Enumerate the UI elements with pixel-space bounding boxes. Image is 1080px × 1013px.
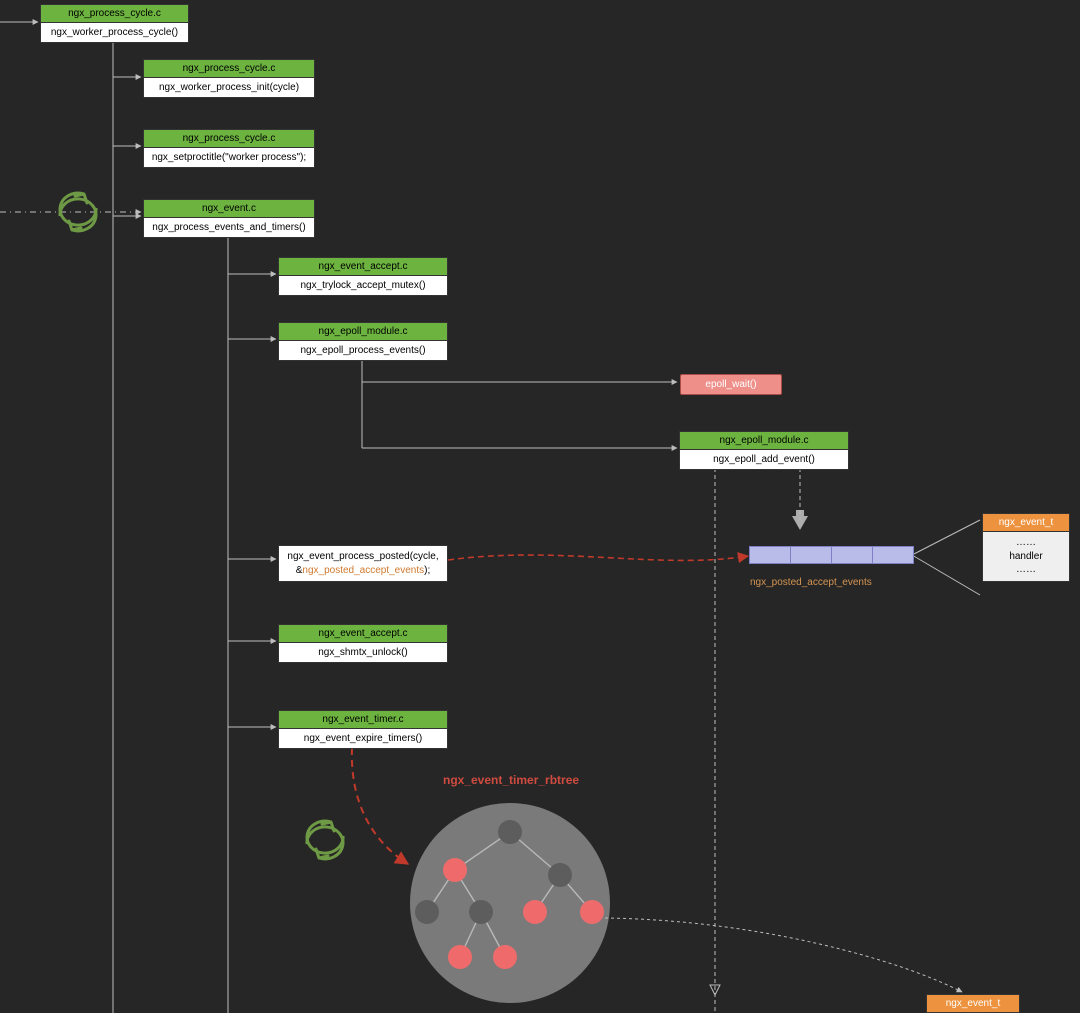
node-event-process-posted: ngx_event_process_posted(cycle, &ngx_pos… [278, 545, 448, 582]
node-process-events-timers: ngx_event.c ngx_process_events_and_timer… [143, 199, 315, 238]
queue-cell [749, 546, 791, 564]
node-func: ngx_event_process_posted(cycle, &ngx_pos… [279, 546, 447, 581]
node-file: ngx_event_timer.c [279, 711, 447, 729]
node-file: ngx_event_accept.c [279, 258, 447, 276]
node-shmtx-unlock: ngx_event_accept.c ngx_shmtx_unlock() [278, 624, 448, 663]
queue-cell [831, 546, 873, 564]
node-func: ngx_trylock_accept_mutex() [279, 276, 447, 295]
node-file: ngx_event_t [983, 514, 1069, 532]
posted-accept-events-queue [750, 546, 914, 564]
node-func: ngx_event_expire_timers() [279, 729, 447, 748]
node-file: ngx_epoll_module.c [680, 432, 848, 450]
node-event-expire-timers: ngx_event_timer.c ngx_event_expire_timer… [278, 710, 448, 749]
node-func: ngx_worker_process_cycle() [41, 23, 188, 42]
node-worker-process-init: ngx_process_cycle.c ngx_worker_process_i… [143, 59, 315, 98]
node-file: ngx_epoll_module.c [279, 323, 447, 341]
node-file: ngx_event.c [144, 200, 314, 218]
node-func: ngx_worker_process_init(cycle) [144, 78, 314, 97]
node-epoll-add-event: ngx_epoll_module.c ngx_epoll_add_event() [679, 431, 849, 470]
node-func: ngx_setproctitle("worker process"); [144, 148, 314, 167]
node-file: ngx_process_cycle.c [41, 5, 188, 23]
queue-label: ngx_posted_accept_events [750, 577, 872, 588]
node-epoll-process-events: ngx_epoll_module.c ngx_epoll_process_eve… [278, 322, 448, 361]
node-func: ngx_epoll_process_events() [279, 341, 447, 360]
node-file: ngx_event_t [927, 995, 1019, 1013]
node-file: ngx_process_cycle.c [144, 130, 314, 148]
node-epoll-wait: epoll_wait() [680, 374, 782, 395]
node-file: ngx_process_cycle.c [144, 60, 314, 78]
rbtree-label: ngx_event_timer_rbtree [443, 773, 579, 787]
node-ngx-event-t: ngx_event_t …… handler …… [982, 513, 1070, 582]
node-func: ngx_epoll_add_event() [680, 450, 848, 469]
node-file: ngx_event_accept.c [279, 625, 447, 643]
node-body: …… handler …… [983, 532, 1069, 581]
node-func: ngx_process_events_and_timers() [144, 218, 314, 237]
queue-cell [872, 546, 914, 564]
node-ngx-event-t-bottom: ngx_event_t [926, 994, 1020, 1013]
node-func: ngx_shmtx_unlock() [279, 643, 447, 662]
queue-cell [790, 546, 832, 564]
node-trylock-accept-mutex: ngx_event_accept.c ngx_trylock_accept_mu… [278, 257, 448, 296]
node-worker-process-cycle: ngx_process_cycle.c ngx_worker_process_c… [40, 4, 189, 43]
node-setproctitle: ngx_process_cycle.c ngx_setproctitle("wo… [143, 129, 315, 168]
